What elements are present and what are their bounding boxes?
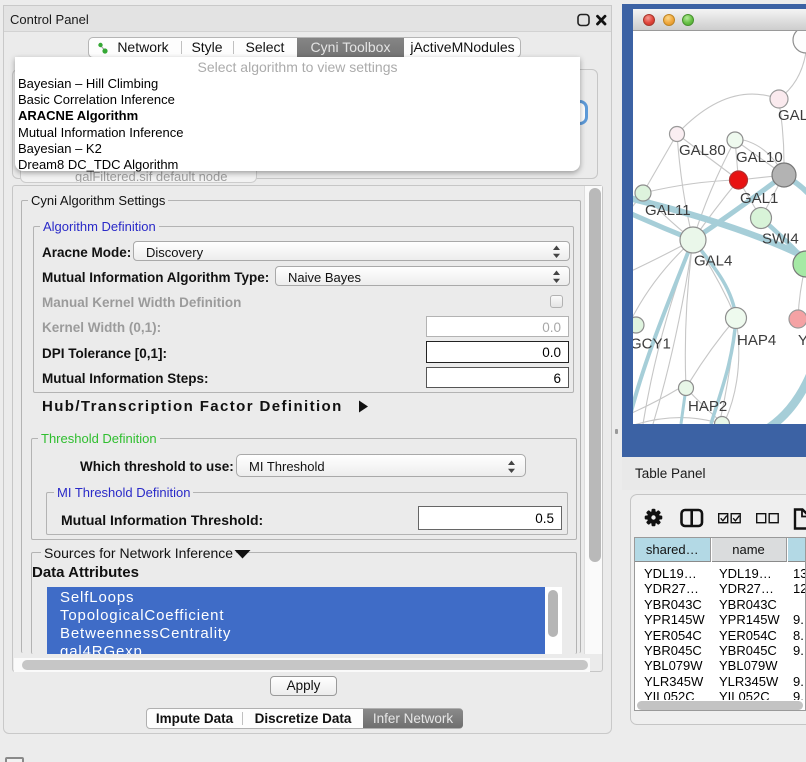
svg-text:GAL10: GAL10 (736, 149, 783, 166)
svg-text:GAL80: GAL80 (679, 142, 726, 159)
svg-text:GCY1: GCY1 (633, 336, 671, 353)
svg-text:GAL: GAL (778, 107, 806, 124)
svg-text:Y: Y (798, 332, 806, 349)
svg-text:GAL11: GAL11 (645, 202, 691, 219)
svg-text:GAL1: GAL1 (740, 190, 778, 207)
svg-text:GAL4: GAL4 (694, 253, 732, 270)
svg-text:SWI4: SWI4 (762, 231, 799, 248)
svg-text:HAP4: HAP4 (737, 332, 776, 349)
svg-text:HAP2: HAP2 (688, 398, 727, 415)
